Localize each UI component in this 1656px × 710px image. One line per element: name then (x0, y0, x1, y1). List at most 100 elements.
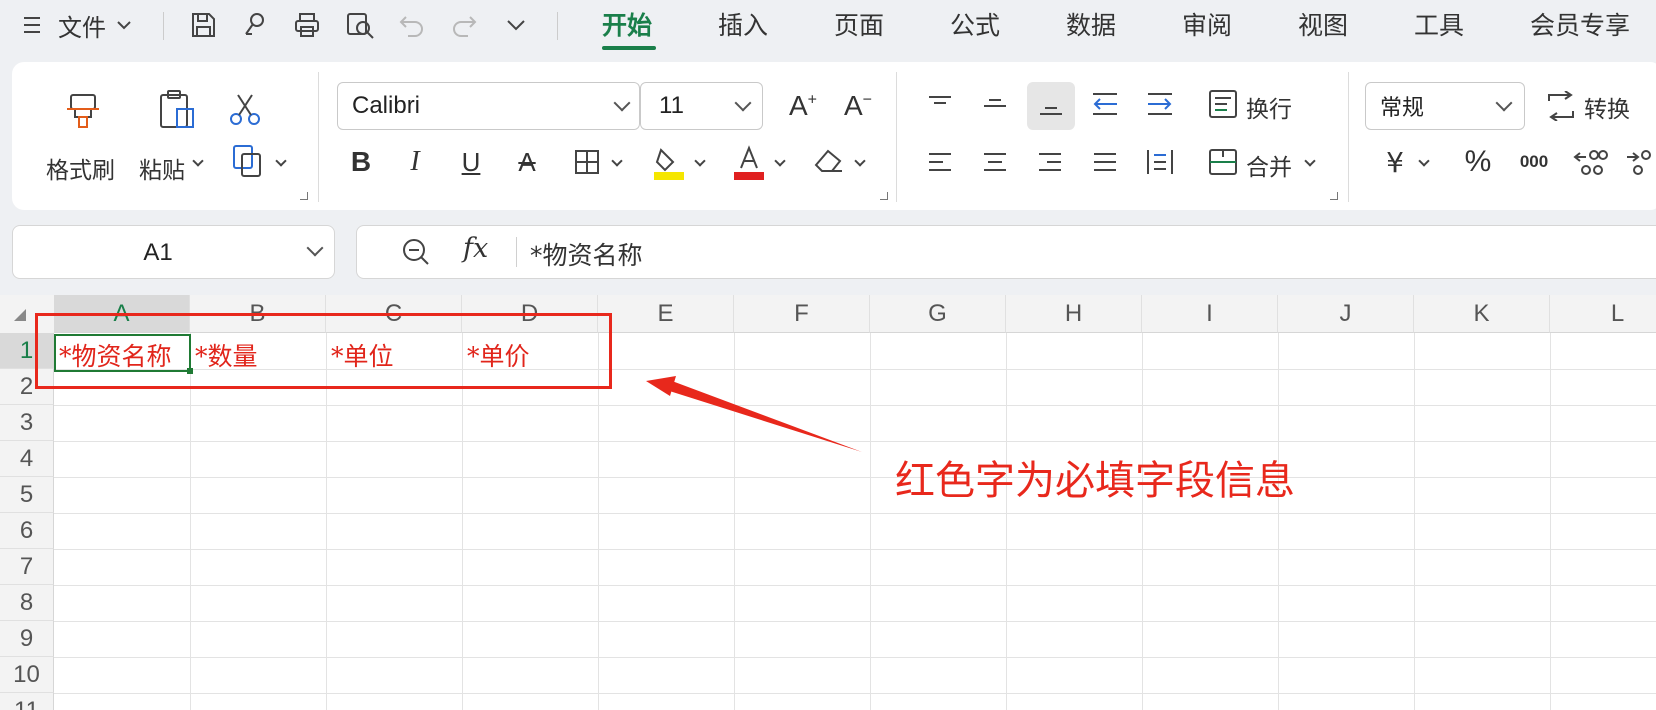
tab-tools[interactable]: 工具 (1414, 6, 1464, 42)
copy-button[interactable] (228, 140, 268, 180)
align-top-button[interactable] (920, 84, 960, 124)
chevron-down-icon (116, 19, 132, 31)
convert-icon[interactable] (1543, 86, 1579, 126)
file-menu[interactable]: 文件 (58, 0, 132, 50)
row-header-10[interactable]: 10 (0, 657, 54, 693)
tab-formulas[interactable]: 公式 (950, 6, 1000, 42)
gridline-horizontal (54, 513, 1656, 514)
paste-button[interactable] (152, 84, 202, 134)
italic-icon: I (410, 146, 420, 177)
export-pdf-icon[interactable] (240, 0, 270, 50)
decrease-decimal-icon (1624, 147, 1656, 177)
percent-button[interactable]: % (1458, 142, 1498, 182)
outdent-icon (1090, 91, 1120, 117)
align-right-button[interactable] (1030, 142, 1070, 182)
increase-decimal-button[interactable] (1570, 142, 1610, 182)
thousands-separator-button[interactable]: 000 (1512, 142, 1556, 182)
convert-label[interactable]: 转换 (1584, 90, 1630, 124)
format-painter-button[interactable] (58, 84, 108, 134)
divider (163, 12, 164, 40)
clear-button[interactable] (810, 140, 848, 180)
print-icon[interactable] (292, 0, 322, 50)
borders-icon (573, 148, 601, 176)
row-header-4[interactable]: 4 (0, 441, 54, 477)
row-header-8[interactable]: 8 (0, 585, 54, 621)
wrap-text-label[interactable]: 换行 (1246, 90, 1292, 124)
align-center-button[interactable] (975, 142, 1015, 182)
tab-data[interactable]: 数据 (1066, 6, 1116, 42)
bold-button[interactable]: B (344, 142, 378, 182)
font-color-button[interactable] (732, 140, 766, 184)
merge-cells-icon[interactable] (1205, 142, 1241, 182)
paint-bucket-icon (653, 144, 685, 180)
save-icon[interactable] (188, 0, 218, 50)
column-header-i[interactable]: I (1142, 295, 1278, 333)
align-bottom-icon (1037, 94, 1065, 118)
font-name-select[interactable]: Calibri (337, 82, 640, 130)
row-header-11[interactable]: 11 (0, 693, 54, 710)
redo-icon[interactable] (450, 0, 478, 50)
row-header-6[interactable]: 6 (0, 513, 54, 549)
eraser-icon (812, 145, 846, 175)
tab-view[interactable]: 视图 (1298, 6, 1348, 42)
name-box[interactable]: A1 (12, 225, 335, 279)
annotation-label: 红色字为必填字段信息 (895, 458, 1295, 504)
hamburger-icon[interactable] (22, 0, 42, 50)
decrease-font-button[interactable]: A− (838, 84, 878, 128)
cut-button[interactable] (220, 84, 270, 134)
decrease-indent-button[interactable] (1085, 84, 1125, 124)
currency-button[interactable]: ¥ (1375, 142, 1415, 182)
align-left-button[interactable] (920, 142, 960, 182)
tab-insert[interactable]: 插入 (718, 6, 768, 42)
column-header-f[interactable]: F (734, 295, 870, 333)
align-middle-button[interactable] (975, 84, 1015, 124)
font-size-select[interactable]: 11 (640, 82, 763, 130)
alignment-settings-icon[interactable] (1330, 192, 1338, 200)
number-format-select[interactable]: 常规 (1365, 82, 1525, 130)
row-header-5[interactable]: 5 (0, 477, 54, 513)
justify-button[interactable] (1085, 142, 1125, 182)
wrap-text-icon[interactable] (1205, 84, 1241, 124)
scissors-icon (225, 89, 265, 129)
row-header-3[interactable]: 3 (0, 405, 54, 441)
column-header-k[interactable]: K (1414, 295, 1550, 333)
borders-button[interactable] (570, 142, 604, 182)
row-header-7[interactable]: 7 (0, 549, 54, 585)
row-header-9[interactable]: 9 (0, 621, 54, 657)
merge-label[interactable]: 合并 (1246, 148, 1292, 182)
fill-color-button[interactable] (652, 140, 686, 184)
quick-access-dropdown-icon[interactable] (505, 0, 527, 50)
tab-member[interactable]: 会员专享 (1530, 6, 1630, 42)
formula-bar-content[interactable]: *物资名称 (530, 236, 643, 272)
underline-button[interactable]: U (454, 142, 488, 182)
percent-label: % (1464, 145, 1492, 178)
increase-font-icon: A+ (788, 90, 818, 121)
distributed-align-button[interactable] (1140, 142, 1180, 182)
zoom-out-icon[interactable] (398, 234, 434, 270)
tab-review[interactable]: 审阅 (1182, 6, 1232, 42)
font-settings-icon[interactable] (880, 192, 888, 200)
column-header-e[interactable]: E (598, 295, 734, 333)
column-header-h[interactable]: H (1006, 295, 1142, 333)
italic-button[interactable]: I (398, 142, 432, 182)
align-left-icon (926, 150, 954, 174)
chevron-down-icon[interactable] (306, 239, 324, 257)
divider (1348, 72, 1349, 202)
clipboard-settings-icon[interactable] (300, 192, 308, 200)
increase-indent-button[interactable] (1140, 84, 1180, 124)
insert-function-button[interactable]: fx (463, 233, 488, 264)
justify-icon (1091, 150, 1119, 174)
tab-page[interactable]: 页面 (834, 6, 884, 42)
column-header-l[interactable]: L (1550, 295, 1656, 333)
tab-home[interactable]: 开始 (602, 6, 652, 42)
column-header-g[interactable]: G (870, 295, 1006, 333)
column-header-j[interactable]: J (1278, 295, 1414, 333)
paste-label: 粘贴 (139, 158, 185, 184)
increase-font-button[interactable]: A+ (783, 84, 823, 128)
align-bottom-button[interactable] (1027, 82, 1075, 130)
divider (557, 12, 558, 40)
undo-icon[interactable] (398, 0, 426, 50)
print-preview-icon[interactable] (344, 0, 376, 50)
strikethrough-button[interactable]: A (510, 142, 544, 182)
decrease-decimal-button[interactable] (1622, 142, 1656, 182)
